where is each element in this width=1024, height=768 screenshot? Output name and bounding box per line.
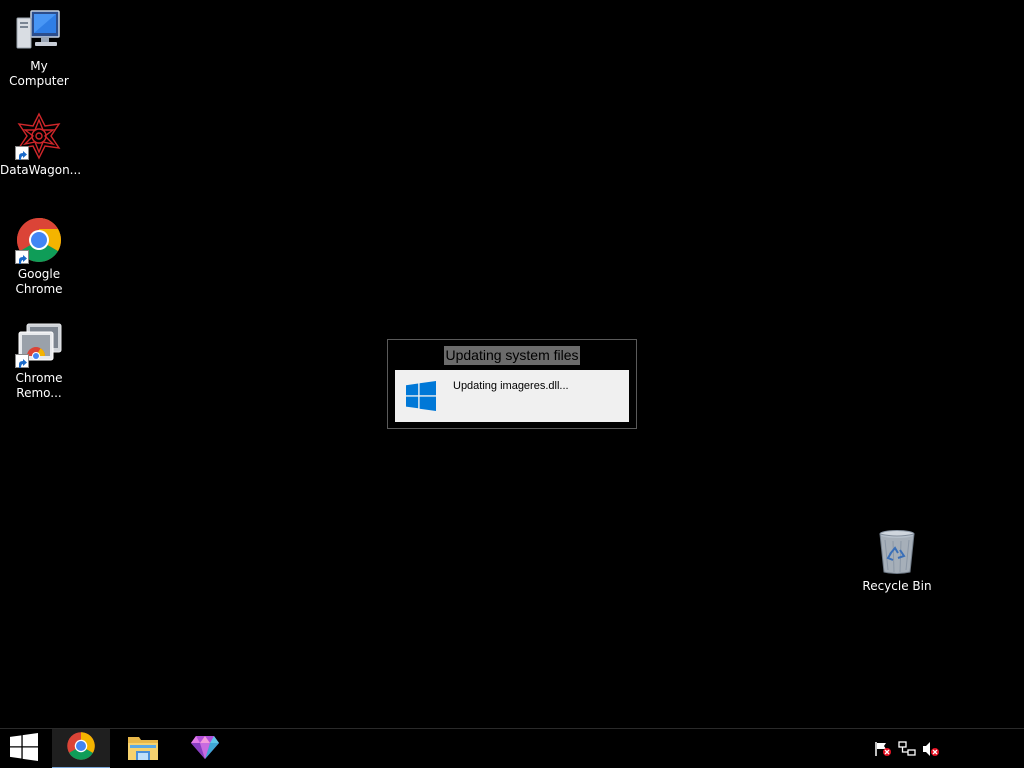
dialog-body: Updating imageres.dll...	[395, 370, 629, 422]
desktop: My Computer DataWagon... Google Chrome C…	[0, 0, 1024, 768]
taskbar-gem-app-button[interactable]	[176, 729, 234, 768]
flag-icon	[874, 742, 892, 761]
desktop-icon-datawagon[interactable]: DataWagon...	[0, 112, 82, 178]
dialog-title: Updating system files	[388, 345, 636, 365]
dialog-title-text: Updating system files	[444, 346, 580, 365]
taskbar-file-explorer-button[interactable]	[114, 729, 172, 768]
shortcut-arrow-icon	[15, 250, 29, 264]
desktop-icon-recycle-bin[interactable]: Recycle Bin	[858, 528, 936, 594]
taskbar	[0, 728, 1024, 768]
dialog-message: Updating imageres.dll...	[453, 380, 569, 392]
desktop-icon-chrome-remote[interactable]: Chrome Remo...	[0, 320, 78, 401]
datawagon-icon	[15, 112, 63, 160]
chrome-icon	[15, 216, 63, 264]
volume-muted-icon	[922, 742, 940, 761]
chrome-remote-desktop-icon	[15, 320, 63, 368]
desktop-icon-label: My Computer	[9, 59, 69, 88]
computer-icon	[15, 8, 63, 56]
desktop-icon-label: Chrome Remo...	[15, 371, 63, 400]
folder-icon	[127, 732, 159, 766]
tray-action-center[interactable]	[874, 741, 892, 757]
tray-network[interactable]	[898, 741, 916, 757]
desktop-icon-my-computer[interactable]: My Computer	[0, 8, 78, 89]
start-button[interactable]	[0, 729, 48, 768]
update-dialog: Updating system files Updating imageres.…	[387, 339, 637, 429]
network-icon	[898, 741, 916, 761]
tray-volume[interactable]	[922, 741, 940, 757]
gem-icon	[190, 734, 220, 764]
taskbar-chrome-button[interactable]	[52, 729, 110, 768]
desktop-icon-google-chrome[interactable]: Google Chrome	[0, 216, 78, 297]
shortcut-arrow-icon	[15, 354, 29, 368]
windows-logo-icon	[406, 381, 436, 415]
desktop-icon-label: Recycle Bin	[862, 579, 932, 593]
windows-logo-icon	[10, 733, 38, 765]
recycle-bin-icon	[873, 528, 921, 576]
chrome-icon	[66, 731, 96, 765]
shortcut-arrow-icon	[15, 146, 29, 160]
desktop-icon-label: Google Chrome	[15, 267, 63, 296]
desktop-icon-label: DataWagon...	[0, 163, 82, 177]
